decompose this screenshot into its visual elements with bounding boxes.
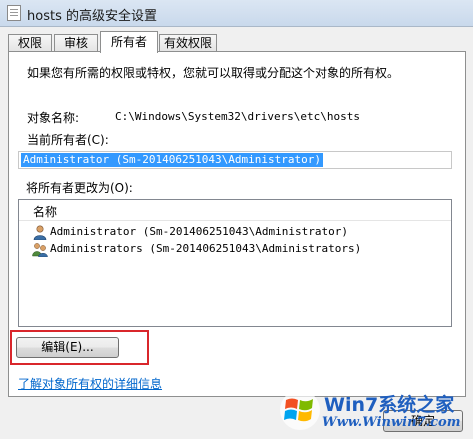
edit-button[interactable]: 编辑(E)... [16, 337, 119, 358]
watermark-url: Www.Winwin7.com [322, 415, 461, 430]
list-item[interactable]: Administrators (Sm-201406251043\Administ… [19, 241, 451, 258]
intro-text: 如果您有所需的权限或特权，您就可以取得或分配这个对象的所有权。 [27, 66, 400, 80]
tab-effective-permissions[interactable]: 有效权限 [159, 34, 217, 52]
object-name-label: 对象名称: [27, 111, 80, 125]
current-owner-label: 当前所有者(C): [27, 133, 109, 147]
tab-owner[interactable]: 所有者 [100, 31, 158, 53]
list-item-label: Administrators (Sm-201406251043\Administ… [50, 242, 362, 255]
tab-permissions[interactable]: 权限 [8, 34, 52, 52]
window-title: hosts 的高级安全设置 [27, 9, 157, 24]
watermark-brand: Win7系统之家 [324, 394, 455, 416]
watermark: Win7系统之家 Www.Winwin7.com [274, 386, 473, 439]
owner-list[interactable]: 名称 Administrator (Sm-201406251043\Admini… [18, 199, 452, 327]
object-name-value: C:\Windows\System32\drivers\etc\hosts [115, 110, 361, 123]
list-item-label: Administrator (Sm-201406251043\Administr… [50, 225, 349, 238]
file-icon [7, 5, 21, 21]
tab-auditing[interactable]: 审核 [54, 34, 98, 52]
current-owner-value: Administrator (Sm-201406251043\Administr… [21, 153, 324, 167]
current-owner-field[interactable]: Administrator (Sm-201406251043\Administr… [18, 151, 452, 169]
list-item[interactable]: Administrator (Sm-201406251043\Administr… [19, 224, 451, 241]
title-bar: hosts 的高级安全设置 [0, 0, 473, 27]
group-icon [32, 243, 48, 257]
column-name-header: 名称 [33, 205, 58, 219]
list-header[interactable]: 名称 [19, 200, 451, 221]
windows-logo-icon [280, 390, 320, 430]
change-owner-label: 将所有者更改为(O): [26, 181, 133, 195]
details-link[interactable]: 了解对象所有权的详细信息 [18, 375, 162, 392]
user-icon [33, 225, 47, 240]
